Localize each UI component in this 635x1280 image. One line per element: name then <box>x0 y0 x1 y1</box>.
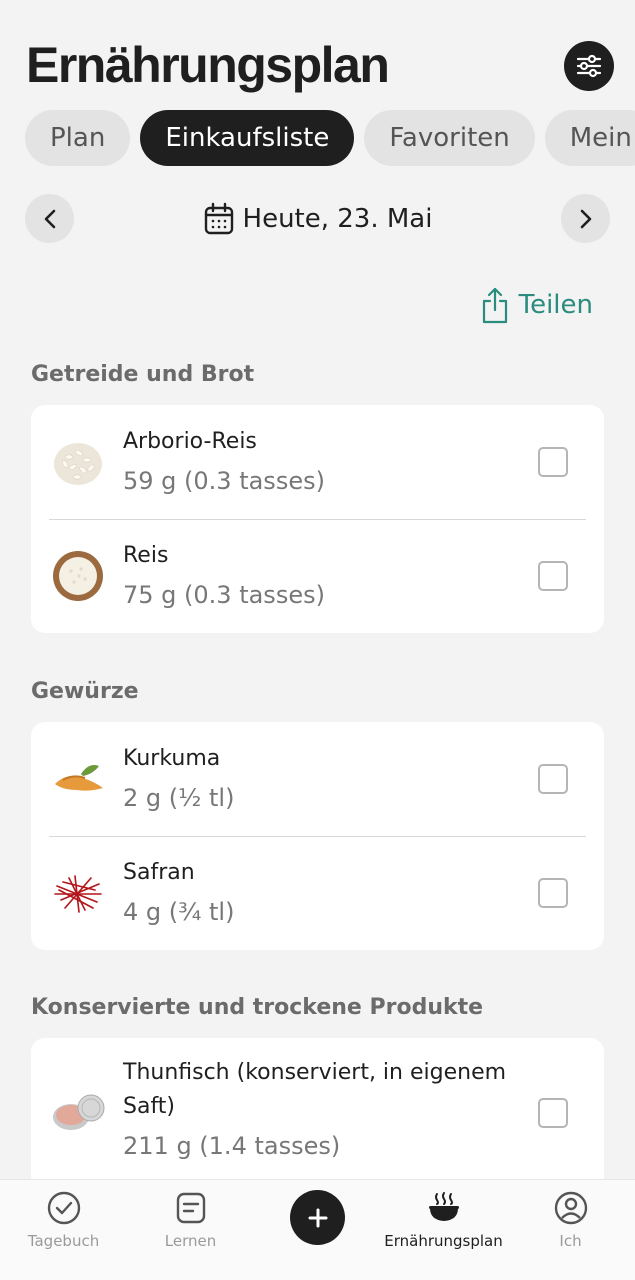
share-label: Teilen <box>518 290 593 320</box>
item-checkbox[interactable] <box>538 764 568 794</box>
calendar-icon <box>204 202 233 234</box>
list-item[interactable]: Arborio-Reis 59 g (0.3 tasses) <box>31 405 604 519</box>
tab-mein[interactable]: Mein <box>544 110 635 166</box>
item-name: Kurkuma <box>123 746 221 771</box>
item-checkbox[interactable] <box>538 561 568 591</box>
add-button[interactable] <box>290 1190 345 1245</box>
tab-favoriten[interactable]: Favoriten <box>364 110 535 166</box>
food-bowl-icon <box>428 1192 459 1221</box>
plus-icon <box>308 1208 327 1227</box>
section-title-getreide: Getreide und Brot <box>31 362 255 387</box>
tab-einkaufsliste[interactable]: Einkaufsliste <box>140 110 355 166</box>
item-quantity: 2 g (½ tl) <box>123 784 235 812</box>
rice-bowl-thumbnail <box>53 551 103 601</box>
next-day-button[interactable] <box>561 194 610 243</box>
previous-day-button[interactable] <box>25 194 74 243</box>
date-display[interactable]: Heute, 23. Mai <box>25 194 610 243</box>
chevron-left-icon <box>44 209 55 228</box>
chevron-right-icon <box>580 209 591 228</box>
list-item[interactable]: Thunfisch (konserviert, in eigenem Saft)… <box>31 1038 604 1188</box>
nav-tagebuch[interactable]: Tagebuch <box>0 1190 127 1250</box>
arborio-rice-thumbnail <box>54 443 102 485</box>
section-title-konserviert: Konservierte und trockene Produkte <box>31 995 484 1020</box>
item-checkbox[interactable] <box>538 1098 568 1128</box>
item-name: Safran <box>123 860 195 885</box>
item-quantity: 211 g (1.4 tasses) <box>123 1132 341 1160</box>
nav-label: Ich <box>559 1232 582 1250</box>
item-name: Thunfisch (konserviert, in eigenem Saft) <box>123 1060 507 1119</box>
nav-ernaehrungsplan[interactable]: Ernährungsplan <box>380 1190 507 1250</box>
nav-label: Ernährungsplan <box>384 1232 503 1250</box>
note-icon <box>176 1192 205 1224</box>
date-label: Heute, 23. Mai <box>242 203 433 234</box>
item-checkbox[interactable] <box>538 447 568 477</box>
nav-ich[interactable]: Ich <box>507 1190 634 1250</box>
item-quantity: 75 g (0.3 tasses) <box>123 581 325 609</box>
item-quantity: 59 g (0.3 tasses) <box>123 467 325 495</box>
item-checkbox[interactable] <box>538 878 568 908</box>
item-name: Arborio-Reis <box>123 429 257 454</box>
section-title-gewuerze: Gewürze <box>31 679 139 704</box>
filter-button[interactable] <box>564 41 614 91</box>
profile-icon <box>554 1191 587 1225</box>
tuna-can-thumbnail <box>53 1094 105 1130</box>
check-circle-icon <box>47 1191 80 1225</box>
item-name: Reis <box>123 543 169 568</box>
bottom-navigation: Tagebuch Lernen Ernährungsplan Ich <box>0 1179 635 1280</box>
section-card-konserviert: Thunfisch (konserviert, in eigenem Saft)… <box>31 1038 604 1198</box>
item-quantity: 4 g (¾ tl) <box>123 898 235 926</box>
sliders-icon <box>576 54 602 78</box>
tab-bar: Plan Einkaufsliste Favoriten Mein <box>25 110 635 166</box>
share-icon <box>482 287 507 324</box>
nav-label: Lernen <box>164 1232 217 1250</box>
share-button[interactable]: Teilen <box>481 286 593 324</box>
section-card-gewuerze: Kurkuma 2 g (½ tl) Safran 4 g (¾ tl) <box>31 722 604 950</box>
tab-plan[interactable]: Plan <box>25 110 131 166</box>
date-navigator: Heute, 23. Mai <box>25 194 610 244</box>
page-title: Ernährungsplan <box>26 37 390 93</box>
list-item[interactable]: Reis 75 g (0.3 tasses) <box>31 519 604 633</box>
saffron-thumbnail <box>54 875 102 913</box>
section-card-getreide: Arborio-Reis 59 g (0.3 tasses) Reis 75 g… <box>31 405 604 633</box>
nav-lernen[interactable]: Lernen <box>127 1190 254 1250</box>
list-item[interactable]: Kurkuma 2 g (½ tl) <box>31 722 604 836</box>
nav-label: Tagebuch <box>27 1232 100 1250</box>
list-item[interactable]: Safran 4 g (¾ tl) <box>31 836 604 950</box>
turmeric-thumbnail <box>55 765 103 791</box>
